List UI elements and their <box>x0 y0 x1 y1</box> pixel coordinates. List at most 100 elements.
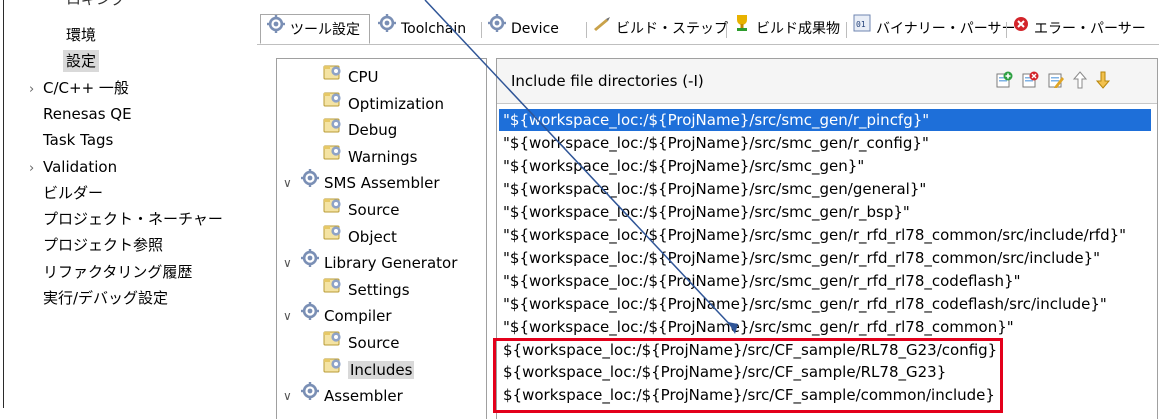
include-path-row[interactable]: "${workspace_loc:/${ProjName}/src/smc_ge… <box>503 201 910 223</box>
add-icon <box>995 71 1013 93</box>
tool-option-icon <box>323 329 343 354</box>
tree-item[interactable]: Settings <box>323 278 410 302</box>
binary-parser-icon: 01 <box>853 13 871 43</box>
tree-item-label: Source <box>348 334 400 352</box>
delete-directory-button[interactable] <box>1021 71 1039 89</box>
nav-item[interactable]: 設定 <box>63 50 100 73</box>
tree-item-label: Includes <box>348 360 415 379</box>
chevron-down-icon[interactable]: ∨ <box>283 171 292 195</box>
include-path-row[interactable]: "${workspace_loc:/${ProjName}/src/smc_ge… <box>503 293 1107 315</box>
tree-item-label: Object <box>348 227 397 246</box>
tab-device[interactable]: Device <box>482 13 585 44</box>
tab-separator <box>586 22 587 38</box>
nav-item[interactable]: プロジェクト・ネーチャー <box>43 208 223 230</box>
edit-directory-button[interactable] <box>1047 71 1065 89</box>
nav-item[interactable]: プロジェクト参照 <box>43 234 163 256</box>
tree-item-label: Compiler <box>324 307 392 326</box>
include-path-row[interactable]: "${workspace_loc:/${ProjName}/src/smc_ge… <box>503 155 864 177</box>
tree-item-label: CPU <box>348 68 379 86</box>
tab-item[interactable]: 01 バイナリー・パーサー <box>847 13 1015 44</box>
include-path-row[interactable]: "${workspace_loc:/${ProjName}/src/smc_ge… <box>503 316 1014 338</box>
svg-text:01: 01 <box>856 20 866 29</box>
tree-item[interactable]: Object <box>323 225 397 249</box>
tab-toolchain[interactable]: Toolchain <box>372 13 480 44</box>
tab-item[interactable]: エラー・パーサー <box>1007 14 1157 44</box>
error-icon <box>1013 13 1029 43</box>
nav-item-label: C/C++ 一般 <box>43 78 129 97</box>
settings-gear-icon <box>301 302 319 327</box>
move-down-button[interactable] <box>1095 71 1113 89</box>
tab-separator <box>726 22 727 38</box>
tree-item[interactable]: Source <box>323 331 400 355</box>
tool-option-icon <box>323 143 343 168</box>
include-panel-title: Include file directories (-I) <box>511 72 704 90</box>
chevron-down-icon[interactable]: ∨ <box>283 384 292 408</box>
tree-item-label: Source <box>348 201 400 219</box>
tree-item-label: SMS Assembler <box>324 174 440 193</box>
tree-item[interactable]: Includes <box>323 356 415 382</box>
tree-item-label: Assembler <box>324 387 403 406</box>
tool-settings-tree: CPU Optimization Debug Warnings ∨ SMS Assembl… <box>276 58 487 419</box>
nav-item-label: プロジェクト参照 <box>43 236 164 255</box>
chevron-down-icon[interactable]: ∨ <box>283 304 292 328</box>
nav-item-label: ビルダー <box>43 183 104 202</box>
add-directory-button[interactable] <box>995 71 1013 89</box>
move-up-button[interactable] <box>1072 71 1091 89</box>
include-path-row[interactable]: "${workspace_loc:/${ProjName}/src/smc_ge… <box>503 224 1126 246</box>
tree-item[interactable]: Assembler <box>301 382 403 408</box>
tree-item[interactable]: SMS Assembler <box>301 169 440 195</box>
tool-option-icon <box>323 196 343 221</box>
nav-item-label: 設定 <box>66 52 97 71</box>
tab-separator <box>1006 22 1007 38</box>
chevron-right-icon[interactable]: › <box>29 158 43 180</box>
tree-item[interactable]: Warnings <box>323 145 418 169</box>
tree-item-label: Settings <box>348 280 410 299</box>
tab-label: Toolchain <box>401 21 467 37</box>
nav-item-label: プロジェクト・ネーチャー <box>43 210 223 229</box>
tab-item[interactable]: ツール設定 <box>260 14 370 44</box>
chevron-down-icon[interactable]: ∨ <box>283 251 292 275</box>
include-path-row[interactable]: "${workspace_loc:/${ProjName}/src/smc_ge… <box>499 109 1151 131</box>
tree-item[interactable]: CPU <box>323 65 379 89</box>
tree-item[interactable]: Source <box>323 198 400 222</box>
chevron-right-icon[interactable]: › <box>29 79 43 101</box>
include-path-row[interactable]: "${workspace_loc:/${ProjName}/src/smc_ge… <box>503 132 929 154</box>
tree-item[interactable]: Compiler <box>301 302 392 328</box>
tool-option-icon <box>323 90 343 115</box>
tool-option-icon <box>323 356 343 381</box>
nav-item[interactable]: › C/C++ 一般 <box>29 77 129 99</box>
settings-gear-icon <box>301 169 319 194</box>
tree-item[interactable]: Optimization <box>323 92 444 116</box>
tab-item[interactable]: ビルド・ステップ <box>587 13 728 44</box>
settings-gear-icon <box>378 13 396 43</box>
tree-item-label: Optimization <box>348 94 444 113</box>
nav-item[interactable]: 環境 <box>66 24 96 46</box>
tool-option-icon <box>323 223 343 248</box>
nav-item-label: Renesas QE <box>43 104 132 123</box>
nav-item-partial[interactable]: ロギング <box>66 0 126 10</box>
tab-label: ビルド・ステップ <box>616 21 728 37</box>
left-window-edge <box>3 0 4 408</box>
tree-item[interactable]: Debug <box>323 118 397 142</box>
nav-item[interactable]: リファクタリング履歴 <box>43 261 192 283</box>
settings-gear-icon <box>488 13 506 43</box>
nav-item[interactable]: Renesas QE <box>43 103 132 125</box>
include-path-row[interactable]: "${workspace_loc:/${ProjName}/src/smc_ge… <box>503 178 926 200</box>
nav-item[interactable]: Task Tags <box>43 129 113 151</box>
include-path-row[interactable]: "${workspace_loc:/${ProjName}/src/smc_ge… <box>503 270 1020 292</box>
nav-item[interactable]: ビルダー <box>43 182 103 204</box>
edit-icon <box>1047 73 1065 93</box>
tab-item[interactable]: ビルド成果物 <box>727 14 845 44</box>
nav-item-label: 環境 <box>66 26 97 44</box>
arrow-up-icon <box>1072 71 1088 93</box>
nav-item-label: リファクタリング履歴 <box>43 262 193 281</box>
tab-label: ビルド成果物 <box>756 21 840 37</box>
tool-option-icon <box>323 63 343 88</box>
nav-item[interactable]: 実行/デバッグ設定 <box>43 287 168 309</box>
tab-separator <box>481 22 482 38</box>
tree-item[interactable]: Library Generator <box>301 249 457 275</box>
nav-item[interactable]: › Validation <box>29 156 117 178</box>
build-steps-icon <box>593 13 611 43</box>
settings-gear-icon <box>301 382 319 407</box>
include-path-row[interactable]: "${workspace_loc:/${ProjName}/src/smc_ge… <box>503 247 1100 269</box>
